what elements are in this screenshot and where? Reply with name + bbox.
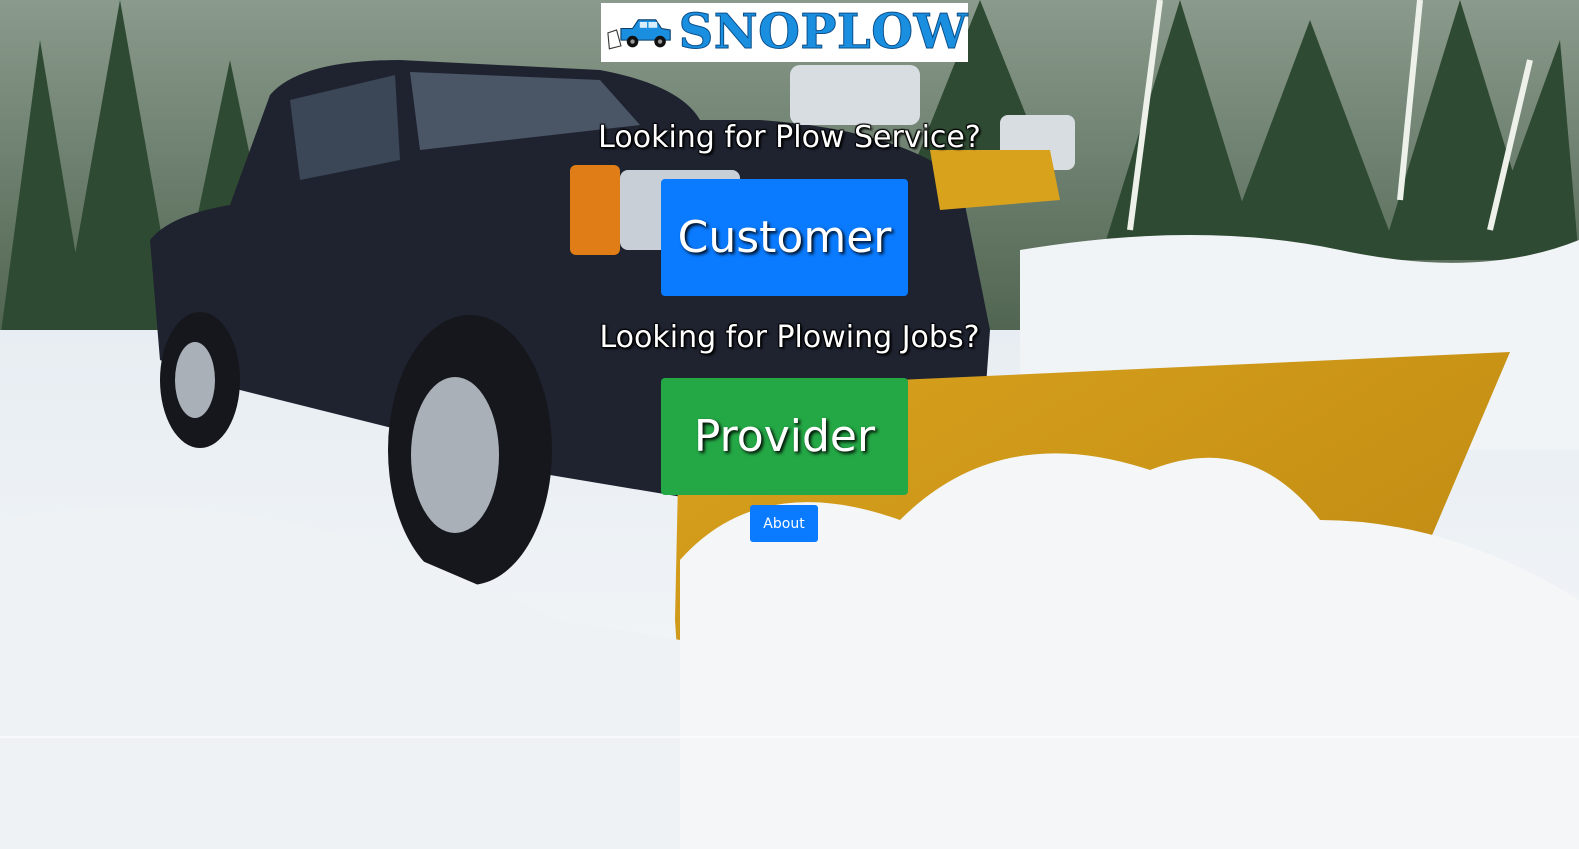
logo-text: SNOPLOW — [678, 4, 968, 61]
provider-button[interactable]: Provider — [661, 378, 908, 495]
provider-heading: Looking for Plowing Jobs? — [599, 320, 980, 355]
about-button[interactable]: About — [750, 505, 818, 542]
plow-truck-icon — [605, 11, 675, 54]
landing-page: SNOPLOW Looking for Plow Service? Custom… — [0, 0, 1579, 849]
customer-button[interactable]: Customer — [661, 179, 908, 296]
customer-heading: Looking for Plow Service? — [598, 120, 981, 155]
snoplow-logo[interactable]: SNOPLOW — [601, 3, 968, 62]
